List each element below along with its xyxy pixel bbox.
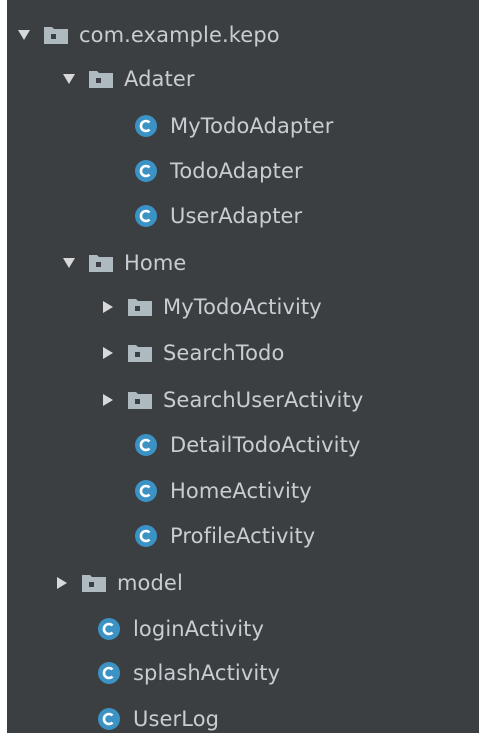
package-icon: [88, 57, 116, 101]
tree-item-label: splashActivity: [133, 661, 281, 685]
package-icon: [127, 331, 155, 375]
tree-item-model[interactable]: model: [55, 561, 183, 605]
tree-item-mytodoadapter[interactable]: MyTodoAdapter: [134, 104, 333, 148]
tree-item-label: MyTodoActivity: [163, 295, 322, 319]
class-icon: [134, 514, 162, 558]
tree-item-label: loginActivity: [133, 617, 264, 641]
class-icon: [97, 697, 125, 733]
package-icon: [81, 561, 109, 605]
tree-item-label: UserLog: [133, 707, 220, 731]
tree-item-label: Adater: [124, 67, 195, 91]
tree-item-homeactivity[interactable]: HomeActivity: [134, 469, 312, 513]
tree-item-useradapter[interactable]: UserAdapter: [134, 194, 302, 238]
class-icon: [134, 194, 162, 238]
tree-item-home[interactable]: Home: [62, 241, 186, 285]
package-icon: [43, 13, 71, 57]
tree-item-detailtodoactivity[interactable]: DetailTodoActivity: [134, 423, 360, 467]
project-tree: com.example.kepo Adater MyTodoAdapter To…: [7, 0, 479, 733]
tree-item-todoadapter[interactable]: TodoAdapter: [134, 149, 303, 193]
class-icon: [97, 607, 125, 651]
tree-item-label: MyTodoAdapter: [170, 114, 334, 138]
tree-item-label: TodoAdapter: [170, 159, 303, 183]
tree-item-adater[interactable]: Adater: [62, 57, 195, 101]
collapse-arrow-icon[interactable]: [101, 331, 127, 375]
tree-item-userlog[interactable]: UserLog: [97, 697, 219, 733]
tree-item-label: Home: [124, 251, 187, 275]
class-icon: [134, 149, 162, 193]
tree-item-com-example-kepo[interactable]: com.example.kepo: [17, 13, 280, 57]
tree-item-label: ProfileActivity: [170, 524, 316, 548]
collapse-arrow-icon[interactable]: [101, 285, 127, 329]
tree-item-label: model: [117, 571, 183, 595]
package-icon: [127, 285, 155, 329]
tree-item-searchuseractivity[interactable]: SearchUserActivity: [101, 378, 363, 422]
package-icon: [127, 378, 155, 422]
expand-arrow-icon[interactable]: [62, 241, 88, 285]
tree-item-label: com.example.kepo: [79, 23, 280, 47]
tree-item-label: DetailTodoActivity: [170, 433, 361, 457]
tree-item-mytodoactivity[interactable]: MyTodoActivity: [101, 285, 322, 329]
collapse-arrow-icon[interactable]: [101, 378, 127, 422]
expand-arrow-icon[interactable]: [17, 13, 43, 57]
collapse-arrow-icon[interactable]: [55, 561, 81, 605]
expand-arrow-icon[interactable]: [62, 57, 88, 101]
tree-item-label: UserAdapter: [170, 204, 303, 228]
class-icon: [134, 423, 162, 467]
tree-item-label: SearchUserActivity: [163, 388, 364, 412]
tree-item-label: HomeActivity: [170, 479, 312, 503]
tree-item-label: SearchTodo: [163, 341, 285, 365]
class-icon: [134, 469, 162, 513]
tree-item-profileactivity[interactable]: ProfileActivity: [134, 514, 315, 558]
tree-item-splashactivity[interactable]: splashActivity: [97, 651, 280, 695]
package-icon: [88, 241, 116, 285]
class-icon: [97, 651, 125, 695]
tree-item-searchtodo[interactable]: SearchTodo: [101, 331, 284, 375]
tree-item-loginactivity[interactable]: loginActivity: [97, 607, 264, 651]
class-icon: [134, 104, 162, 148]
